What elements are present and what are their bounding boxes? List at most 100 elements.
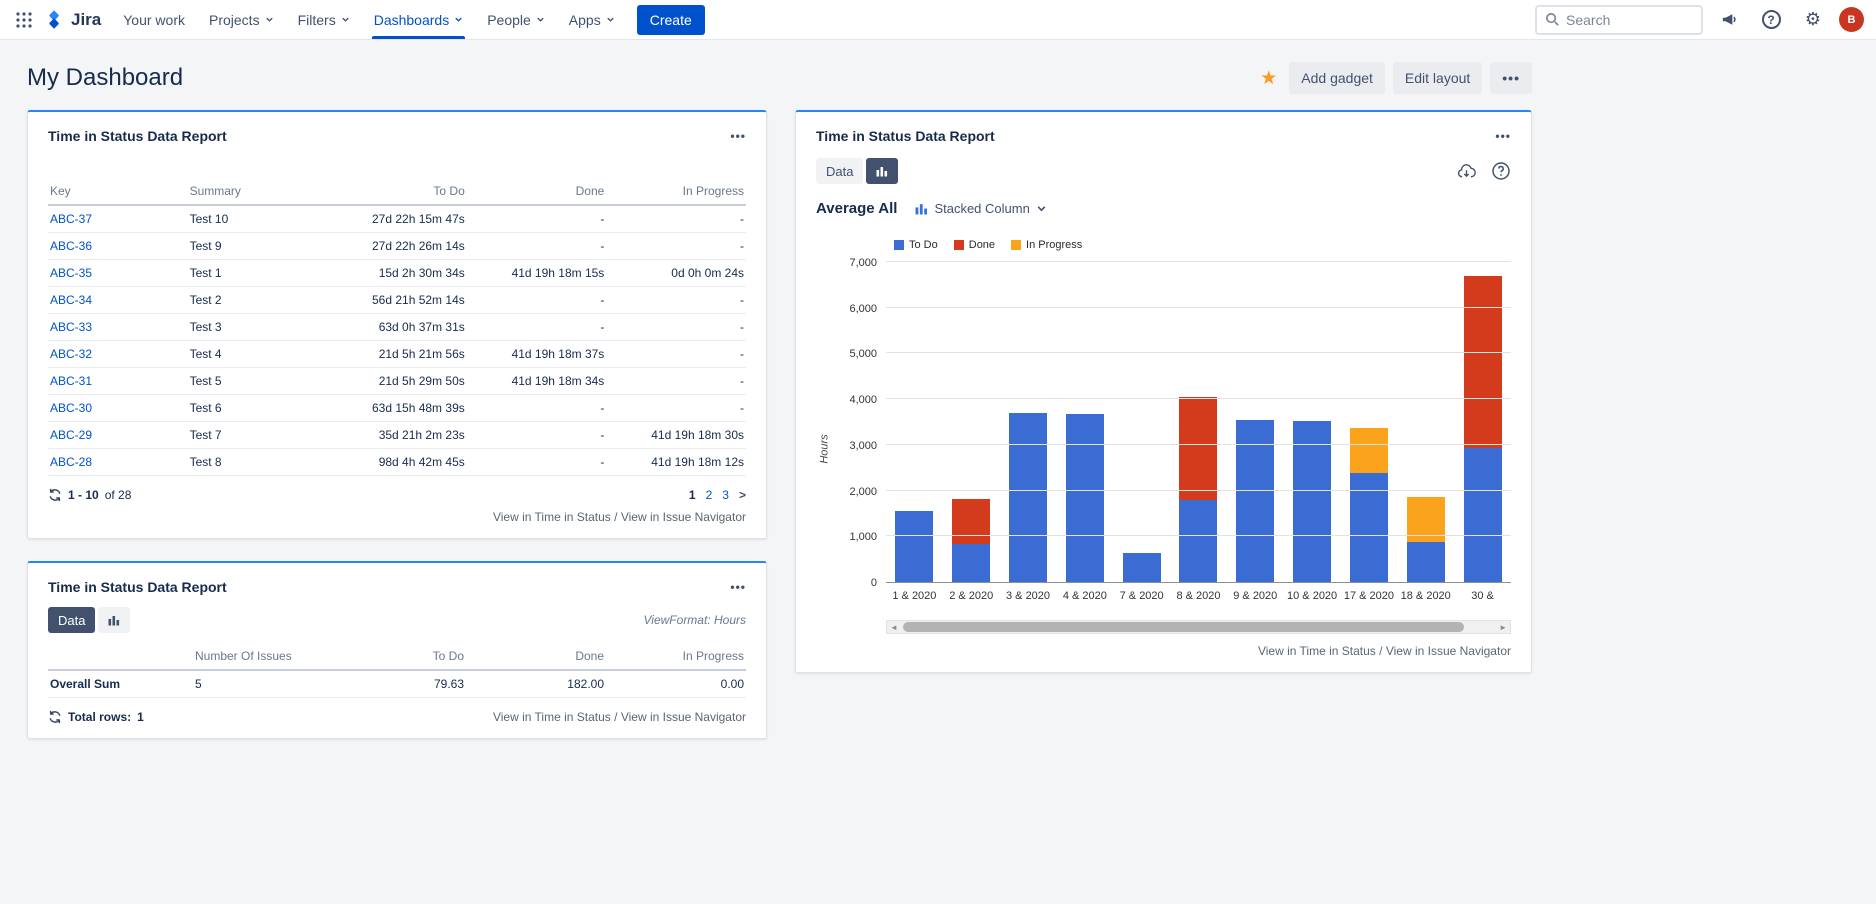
bar-22020[interactable] <box>952 499 990 582</box>
add-gadget-button[interactable]: Add gadget <box>1289 62 1385 94</box>
search-input[interactable] <box>1566 12 1684 28</box>
issue-key-link[interactable]: ABC-29 <box>50 428 92 442</box>
issue-key-link[interactable]: ABC-28 <box>50 455 92 469</box>
bar-72020[interactable] <box>1123 553 1161 582</box>
chart-view-button[interactable] <box>98 607 130 633</box>
page-1-current[interactable]: 1 <box>689 488 696 502</box>
nav-dashboards[interactable]: Dashboards <box>362 0 476 39</box>
number-of-issues-value: 5 <box>193 670 356 698</box>
x-axis: 1 & 20202 & 20203 & 20204 & 20207 & 2020… <box>886 590 1511 602</box>
settings-gear-icon[interactable]: ⚙ <box>1797 4 1829 36</box>
scroll-left-icon[interactable]: ◄ <box>890 623 898 632</box>
legend-swatch <box>894 240 904 250</box>
table-row: ABC-32Test 421d 5h 21m 56s41d 19h 18m 37… <box>48 341 746 368</box>
gadget-more-button[interactable]: ••• <box>1495 129 1511 143</box>
export-cloud-download-icon[interactable] <box>1456 161 1477 182</box>
column-header-inprogress: In Progress <box>606 643 746 670</box>
search-box[interactable] <box>1535 5 1703 35</box>
issue-summary: Test 2 <box>188 287 358 314</box>
next-page-icon[interactable]: > <box>739 488 746 502</box>
y-axis: 01,0002,0003,0004,0005,0006,0007,000 <box>834 263 886 583</box>
issue-key-link[interactable]: ABC-35 <box>50 266 92 280</box>
nav-projects[interactable]: Projects <box>197 0 286 39</box>
page-2-link[interactable]: 2 <box>706 488 713 502</box>
data-view-button[interactable]: Data <box>48 607 95 633</box>
view-in-time-in-status-link[interactable]: View in Time in Status <box>493 510 611 524</box>
gadget-time-in-status-issues: Time in Status Data Report ••• Key Summa… <box>27 110 767 539</box>
edit-layout-button[interactable]: Edit layout <box>1393 62 1482 94</box>
view-in-issue-navigator-link[interactable]: View in Issue Navigator <box>621 710 746 724</box>
issue-key-link[interactable]: ABC-31 <box>50 374 92 388</box>
scroll-right-icon[interactable]: ► <box>1499 623 1507 632</box>
issue-key-link[interactable]: ABC-36 <box>50 239 92 253</box>
horizontal-scrollbar[interactable]: ◄ ► <box>886 620 1511 634</box>
bar-segment <box>952 499 990 544</box>
issue-summary: Test 4 <box>188 341 358 368</box>
chart-view-button[interactable] <box>866 158 898 184</box>
table-row: ABC-35Test 115d 2h 30m 34s41d 19h 18m 15… <box>48 260 746 287</box>
announcement-icon[interactable] <box>1713 4 1745 36</box>
column-header-done: Done <box>466 643 606 670</box>
x-axis-label: 8 & 2020 <box>1170 590 1227 602</box>
issue-summary: Test 1 <box>188 260 358 287</box>
issue-key-link[interactable]: ABC-37 <box>50 212 92 226</box>
nav-label: People <box>487 12 531 28</box>
y-axis-tick: 3,000 <box>849 440 877 452</box>
nav-your-work[interactable]: Your work <box>111 0 197 39</box>
nav-label: Filters <box>298 12 336 28</box>
gadget-more-button[interactable]: ••• <box>730 129 746 143</box>
issue-key-link[interactable]: ABC-32 <box>50 347 92 361</box>
nav-people[interactable]: People <box>475 0 557 39</box>
refresh-icon[interactable] <box>48 488 62 502</box>
legend-swatch <box>954 240 964 250</box>
total-rows-label: Total rows: <box>68 710 131 724</box>
issue-key-link[interactable]: ABC-34 <box>50 293 92 307</box>
nav-filters[interactable]: Filters <box>286 0 362 39</box>
done-time: - <box>467 449 607 476</box>
bar-32020[interactable] <box>1009 413 1047 582</box>
inprogress-time: - <box>606 314 746 341</box>
legend-item[interactable]: To Do <box>894 239 938 251</box>
issue-key-link[interactable]: ABC-33 <box>50 320 92 334</box>
view-in-time-in-status-link[interactable]: View in Time in Status <box>493 710 611 724</box>
dashboard-more-button[interactable]: ••• <box>1490 62 1532 94</box>
chevron-down-icon <box>454 15 463 24</box>
chevron-down-icon <box>1036 203 1047 214</box>
data-view-button[interactable]: Data <box>816 158 863 184</box>
legend-item[interactable]: Done <box>954 239 995 251</box>
legend-label: To Do <box>909 239 938 251</box>
avatar[interactable]: B <box>1839 7 1864 32</box>
chart-help-icon[interactable] <box>1491 161 1511 181</box>
bar-segment <box>1464 276 1502 448</box>
view-in-issue-navigator-link[interactable]: View in Issue Navigator <box>621 510 746 524</box>
jira-logo[interactable]: Jira <box>40 9 111 30</box>
nav-apps[interactable]: Apps <box>557 0 627 39</box>
y-axis-tick: 0 <box>871 577 877 589</box>
todo-time: 63d 15h 48m 39s <box>357 395 467 422</box>
app-switcher-icon[interactable] <box>8 4 40 36</box>
page-3-link[interactable]: 3 <box>722 488 729 502</box>
y-axis-tick: 6,000 <box>849 303 877 315</box>
favorite-star-icon[interactable]: ★ <box>1256 63 1281 94</box>
chart-type-dropdown[interactable]: Stacked Column <box>915 201 1046 216</box>
bar-182020[interactable] <box>1407 497 1445 582</box>
view-in-issue-navigator-link[interactable]: View in Issue Navigator <box>1386 644 1511 658</box>
bar-172020[interactable] <box>1350 428 1388 582</box>
refresh-icon[interactable] <box>48 710 62 724</box>
bar-42020[interactable] <box>1066 414 1104 582</box>
scrollbar-thumb[interactable] <box>903 622 1464 632</box>
stacked-column-icon <box>915 202 928 215</box>
gadget-title: Time in Status Data Report <box>48 579 227 595</box>
bar-102020[interactable] <box>1293 421 1331 582</box>
gadget-more-button[interactable]: ••• <box>730 580 746 594</box>
bar-12020[interactable] <box>895 511 933 582</box>
help-icon[interactable]: ? <box>1755 4 1787 36</box>
legend-item[interactable]: In Progress <box>1011 239 1082 251</box>
view-in-time-in-status-link[interactable]: View in Time in Status <box>1258 644 1376 658</box>
todo-time: 63d 0h 37m 31s <box>357 314 467 341</box>
create-button[interactable]: Create <box>637 5 705 35</box>
bar-segment <box>1464 448 1502 582</box>
column-header-summary: Summary <box>188 178 358 205</box>
page-header: My Dashboard ★ Add gadget Edit layout ••… <box>27 62 1532 94</box>
issue-key-link[interactable]: ABC-30 <box>50 401 92 415</box>
